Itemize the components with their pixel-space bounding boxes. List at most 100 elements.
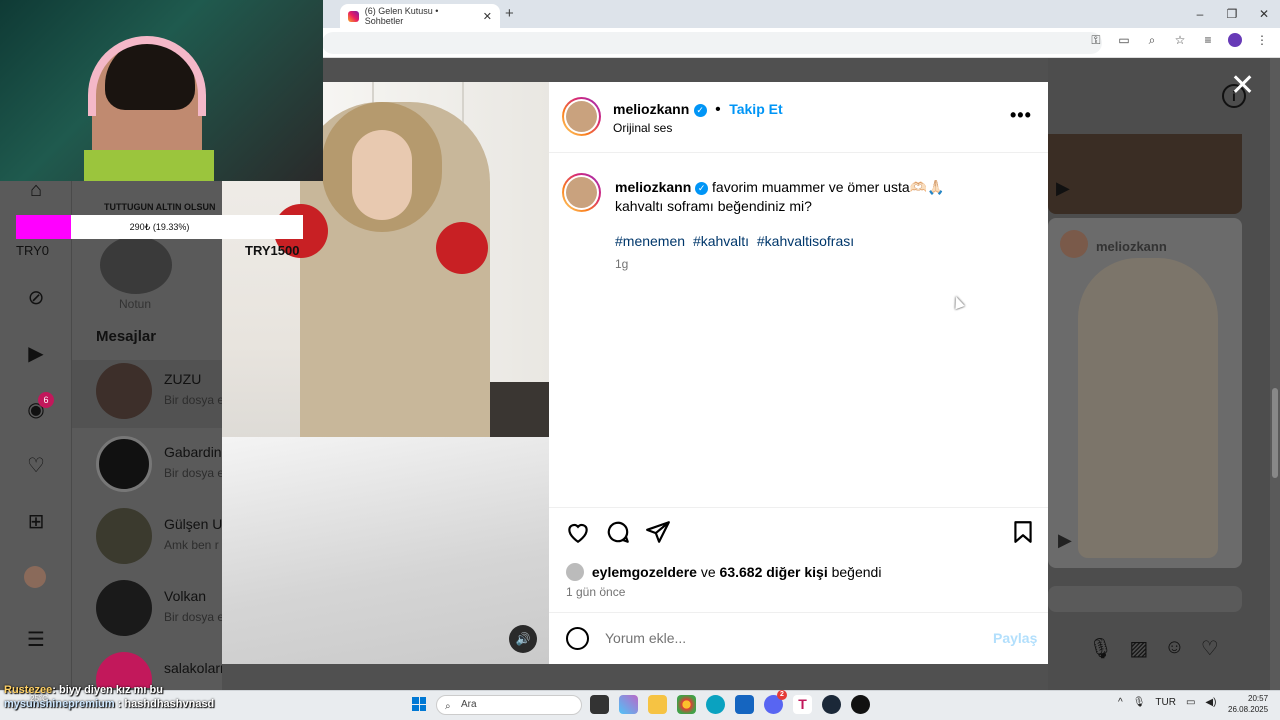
file-explorer-icon[interactable]	[648, 695, 667, 714]
image-icon[interactable]: ▨	[1129, 636, 1148, 661]
author-avatar[interactable]	[562, 97, 601, 136]
like-heart-icon[interactable]	[565, 519, 591, 545]
share-send-icon[interactable]	[645, 519, 671, 545]
taskbar-search[interactable]: ⌕ Ara	[436, 695, 582, 715]
cast-icon[interactable]: ▭	[1116, 33, 1132, 48]
feed-username: meliozkann	[1096, 239, 1167, 254]
typora-icon[interactable]: T	[793, 695, 812, 714]
store-icon[interactable]	[735, 695, 754, 714]
caption-avatar[interactable]	[562, 173, 601, 212]
tray-microphone-icon[interactable]: 🎙	[1133, 697, 1146, 708]
liker-username[interactable]: eylemgozeldere	[592, 564, 697, 580]
key-icon[interactable]: ⚿	[1088, 33, 1104, 48]
clock-date: 26.08.2025	[1228, 705, 1269, 714]
app-icon[interactable]	[851, 695, 870, 714]
likes-count[interactable]: 63.682 diğer kişi	[720, 564, 828, 580]
edge-icon[interactable]	[706, 695, 725, 714]
webcam-overlay	[0, 0, 323, 181]
donation-goal-title: TUTTUGUN ALTIN OLSUN	[104, 202, 216, 212]
browser-tab-active[interactable]: (6) Gelen Kutusu • Sohbetler ✕	[340, 4, 500, 28]
window-close-button[interactable]: ✕	[1248, 0, 1280, 28]
sticker-icon[interactable]: ☺	[1164, 636, 1184, 661]
steam-icon[interactable]	[822, 695, 841, 714]
feed-card: ▶	[1048, 134, 1242, 214]
volume-icon[interactable]: ◀)	[1205, 697, 1216, 708]
caption-text-line1: favorim muammer ve ömer usta🫶🏻🙏🏻	[712, 179, 945, 195]
search-icon: ⌕	[445, 701, 451, 712]
avatar	[96, 508, 152, 564]
zoom-icon[interactable]: ⌕	[1144, 33, 1160, 48]
minimize-button[interactable]: –	[1184, 0, 1216, 28]
media-icon[interactable]: ≡	[1200, 33, 1216, 48]
windows-start-icon[interactable]	[412, 697, 426, 711]
copilot-icon[interactable]	[619, 695, 638, 714]
microphone-icon[interactable]: 🎙	[1088, 636, 1113, 661]
comment-input[interactable]	[605, 630, 965, 646]
conversation-name: Volkan	[164, 588, 207, 604]
comment-icon[interactable]	[605, 519, 631, 545]
reels-icon[interactable]: ▶	[24, 342, 48, 366]
clock-time: 20:57	[1248, 694, 1269, 703]
explore-icon[interactable]: ⊘	[24, 286, 48, 310]
audio-label[interactable]: Orijinal ses	[613, 121, 672, 135]
tray-chevron-icon[interactable]: ^	[1118, 697, 1123, 708]
messenger-icon[interactable]: ◉ 6	[24, 392, 54, 422]
hashtag-link[interactable]: #menemen	[615, 233, 685, 249]
new-tab-button[interactable]: +	[505, 5, 514, 22]
conversation-name: ZUZU	[164, 371, 202, 387]
avatar	[96, 363, 152, 419]
conversation-item[interactable]: Volkan Bir dosya e	[96, 580, 224, 636]
conversation-preview: Amk ben r	[164, 538, 219, 552]
more-options-button[interactable]: •••	[1010, 105, 1032, 126]
divider	[549, 152, 1048, 153]
weather-text: 25°C	[30, 694, 48, 703]
scrollbar-thumb[interactable]	[1272, 388, 1278, 478]
post-comment-button[interactable]: Paylaş	[993, 630, 1037, 646]
home-icon[interactable]: ⌂	[24, 178, 48, 202]
conversation-item[interactable]: ZUZU Bir dosya e	[96, 363, 224, 419]
task-view-icon[interactable]	[590, 695, 609, 714]
divider	[549, 612, 1048, 613]
caption: meliozkann ✓ favorim muammer ve ömer ust…	[615, 178, 1015, 216]
emoji-icon[interactable]	[566, 627, 589, 650]
taskbar-clock[interactable]: 20:57 26.08.2025	[1228, 693, 1268, 715]
modal-close-button[interactable]: ✕	[1230, 71, 1255, 101]
bookmark-star-icon[interactable]: ☆	[1172, 33, 1188, 48]
reels-icon: ▶	[1056, 178, 1070, 198]
discord-badge: 2	[777, 690, 787, 700]
conversation-item[interactable]: Gabardine Bir dosya e	[96, 436, 229, 492]
note-avatar[interactable]	[100, 236, 172, 294]
messenger-badge: 6	[38, 392, 54, 408]
follow-button[interactable]: Takip Et	[729, 101, 782, 117]
liker-avatar	[566, 563, 584, 581]
headset-icon	[88, 36, 206, 116]
create-icon[interactable]: ⊞	[24, 510, 48, 534]
save-bookmark-icon[interactable]	[1010, 519, 1036, 545]
caption-username[interactable]: meliozkann	[615, 179, 691, 195]
caption-text-line2: kahvaltı soframı beğendiniz mi?	[615, 198, 812, 214]
profile-avatar[interactable]	[24, 566, 46, 588]
maximize-button[interactable]: ❐	[1216, 0, 1248, 28]
menu-icon[interactable]: ☰	[24, 628, 48, 652]
notifications-heart-icon[interactable]: ♡	[24, 454, 48, 478]
hashtag-link[interactable]: #kahvaltı	[693, 233, 749, 249]
conversation-item[interactable]: Gülşen Uy Amk ben r	[96, 508, 229, 564]
address-bar[interactable]	[322, 32, 1102, 54]
author-username[interactable]: meliozkann	[613, 101, 689, 117]
hashtag-link[interactable]: #kahvaltisofrası	[757, 233, 854, 249]
network-icon[interactable]: ▭	[1186, 697, 1195, 708]
scrollbar[interactable]	[1270, 58, 1280, 690]
profile-avatar-icon[interactable]	[1228, 33, 1242, 47]
verified-badge-icon: ✓	[693, 104, 707, 117]
language-indicator[interactable]: TUR	[1155, 697, 1176, 708]
avatar	[1060, 230, 1088, 258]
audio-toggle-icon[interactable]: 🔊	[509, 625, 537, 653]
discord-icon[interactable]: 2	[764, 690, 787, 714]
chrome-icon[interactable]	[677, 695, 696, 714]
tab-close-icon[interactable]: ✕	[483, 10, 492, 23]
browser-menu-icon[interactable]: ⋮	[1254, 33, 1270, 48]
likes-connector: ve	[700, 564, 716, 580]
heart-icon[interactable]: ♡	[1201, 636, 1219, 661]
feed-card	[1048, 586, 1242, 612]
window-controls: – ❐ ✕	[1184, 0, 1280, 28]
